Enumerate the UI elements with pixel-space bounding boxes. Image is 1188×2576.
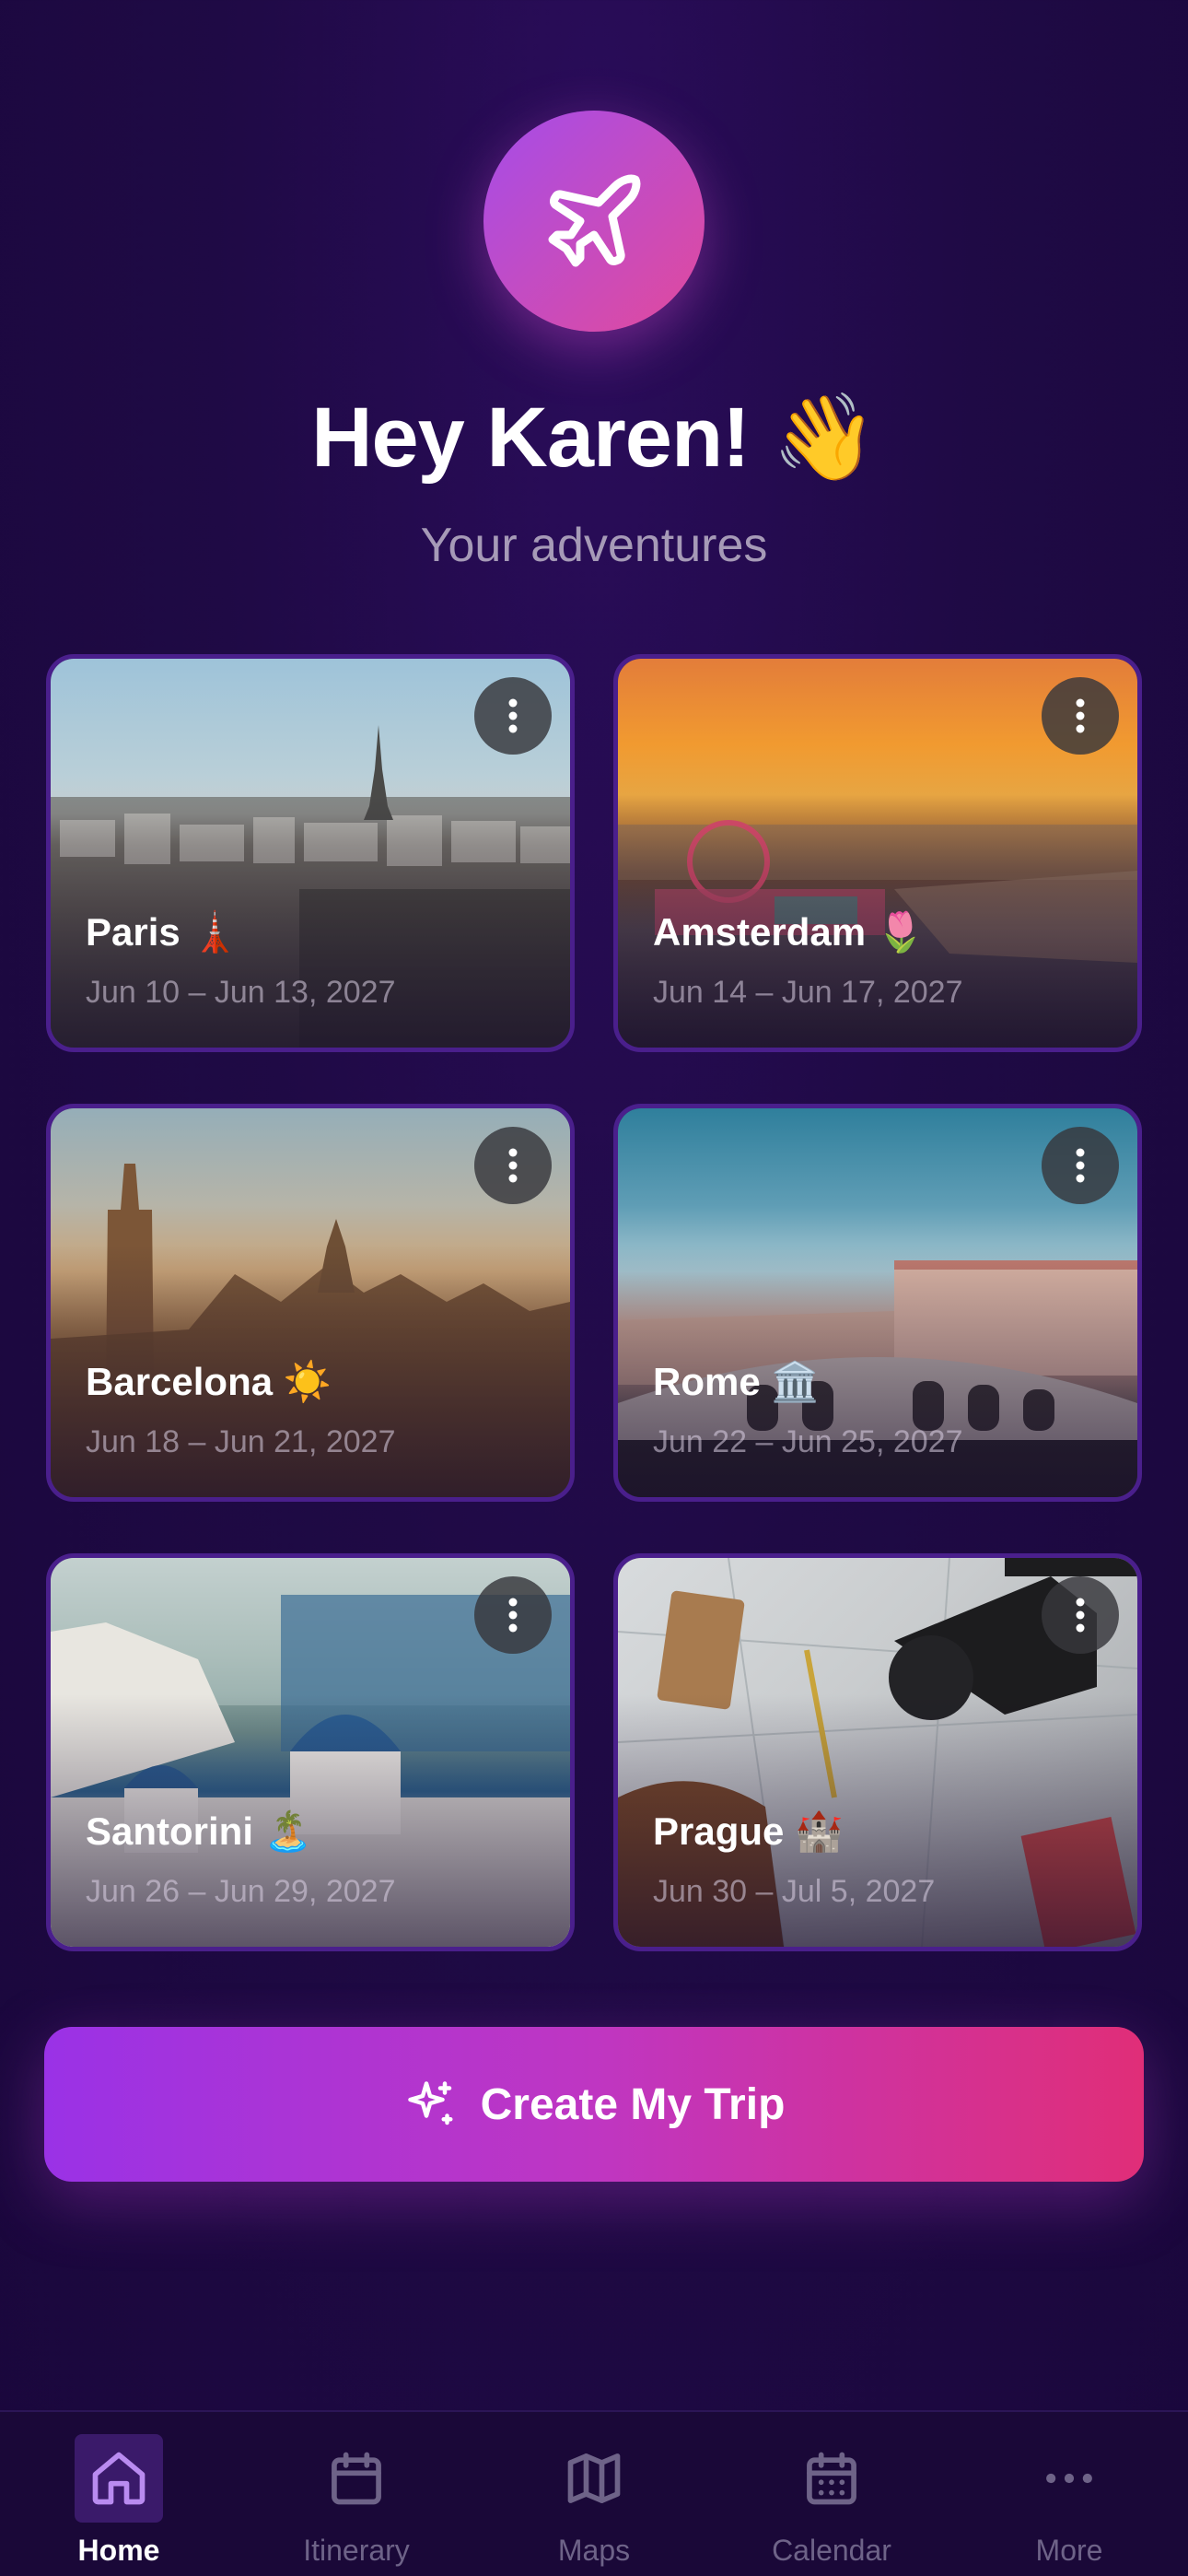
tab-label: Maps xyxy=(557,2534,631,2567)
trip-dates: Jun 14 – Jun 17, 2027 xyxy=(653,975,963,1010)
trip-grid: Paris 🗼 Jun 10 – Jun 13, 2027 Amsterdam … xyxy=(46,654,1142,1951)
tab-label: Home xyxy=(77,2534,160,2567)
tab-itinerary[interactable]: Itinerary xyxy=(238,2412,475,2576)
trip-dates: Jun 18 – Jun 21, 2027 xyxy=(86,1424,396,1459)
trip-menu-button[interactable] xyxy=(474,1127,552,1204)
airplane-icon xyxy=(548,174,641,267)
more-icon xyxy=(1046,2473,1092,2484)
trip-dates: Jun 26 – Jun 29, 2027 xyxy=(86,1874,396,1909)
tab-home[interactable]: Home xyxy=(0,2412,238,2576)
page-title: Hey Karen! 👋 xyxy=(311,391,878,485)
trip-title: Prague 🏰 xyxy=(653,1809,844,1853)
trip-card-amsterdam[interactable]: Amsterdam 🌷 Jun 14 – Jun 17, 2027 xyxy=(613,654,1142,1052)
tab-label: Calendar xyxy=(772,2534,891,2567)
bottom-tab-bar: Home Itinerary Maps Calendar More xyxy=(0,2410,1188,2576)
more-vertical-icon xyxy=(508,1598,518,1633)
map-icon xyxy=(567,2453,621,2503)
calendar-grid-icon xyxy=(807,2452,856,2505)
tab-label: Itinerary xyxy=(303,2534,410,2567)
home-icon xyxy=(92,2452,146,2505)
calendar-icon xyxy=(332,2452,381,2505)
create-trip-button[interactable]: Create My Trip xyxy=(44,2027,1144,2182)
trip-menu-button[interactable] xyxy=(1042,1127,1119,1204)
create-trip-label: Create My Trip xyxy=(480,2079,786,2129)
trip-card-santorini[interactable]: Santorini 🏝️ Jun 26 – Jun 29, 2027 xyxy=(46,1553,575,1951)
more-vertical-icon xyxy=(1076,1148,1085,1183)
trip-title: Rome 🏛️ xyxy=(653,1360,820,1403)
trip-title: Amsterdam 🌷 xyxy=(653,910,926,954)
more-vertical-icon xyxy=(508,698,518,733)
trip-menu-button[interactable] xyxy=(474,677,552,755)
sparkle-icon xyxy=(407,2081,453,2125)
page-subtitle: Your adventures xyxy=(420,519,768,572)
trip-title: Santorini 🏝️ xyxy=(86,1809,312,1853)
tab-label: More xyxy=(1035,2534,1103,2567)
trip-menu-button[interactable] xyxy=(474,1576,552,1654)
trip-card-prague[interactable]: Prague 🏰 Jun 30 – Jul 5, 2027 xyxy=(613,1553,1142,1951)
trip-card-barcelona[interactable]: Barcelona ☀️ Jun 18 – Jun 21, 2027 xyxy=(46,1104,575,1502)
trip-dates: Jun 22 – Jun 25, 2027 xyxy=(653,1424,963,1459)
trip-title: Barcelona ☀️ xyxy=(86,1360,332,1403)
more-vertical-icon xyxy=(1076,698,1085,733)
tab-calendar[interactable]: Calendar xyxy=(713,2412,950,2576)
airplane-logo xyxy=(483,111,705,332)
trip-card-paris[interactable]: Paris 🗼 Jun 10 – Jun 13, 2027 xyxy=(46,654,575,1052)
tab-more[interactable]: More xyxy=(950,2412,1188,2576)
trip-menu-button[interactable] xyxy=(1042,1576,1119,1654)
trip-title: Paris 🗼 xyxy=(86,910,239,954)
trip-card-rome[interactable]: Rome 🏛️ Jun 22 – Jun 25, 2027 xyxy=(613,1104,1142,1502)
tab-maps[interactable]: Maps xyxy=(475,2412,713,2576)
more-vertical-icon xyxy=(508,1148,518,1183)
trip-menu-button[interactable] xyxy=(1042,677,1119,755)
more-vertical-icon xyxy=(1076,1598,1085,1633)
trip-dates: Jun 10 – Jun 13, 2027 xyxy=(86,975,396,1010)
trip-dates: Jun 30 – Jul 5, 2027 xyxy=(653,1874,936,1909)
